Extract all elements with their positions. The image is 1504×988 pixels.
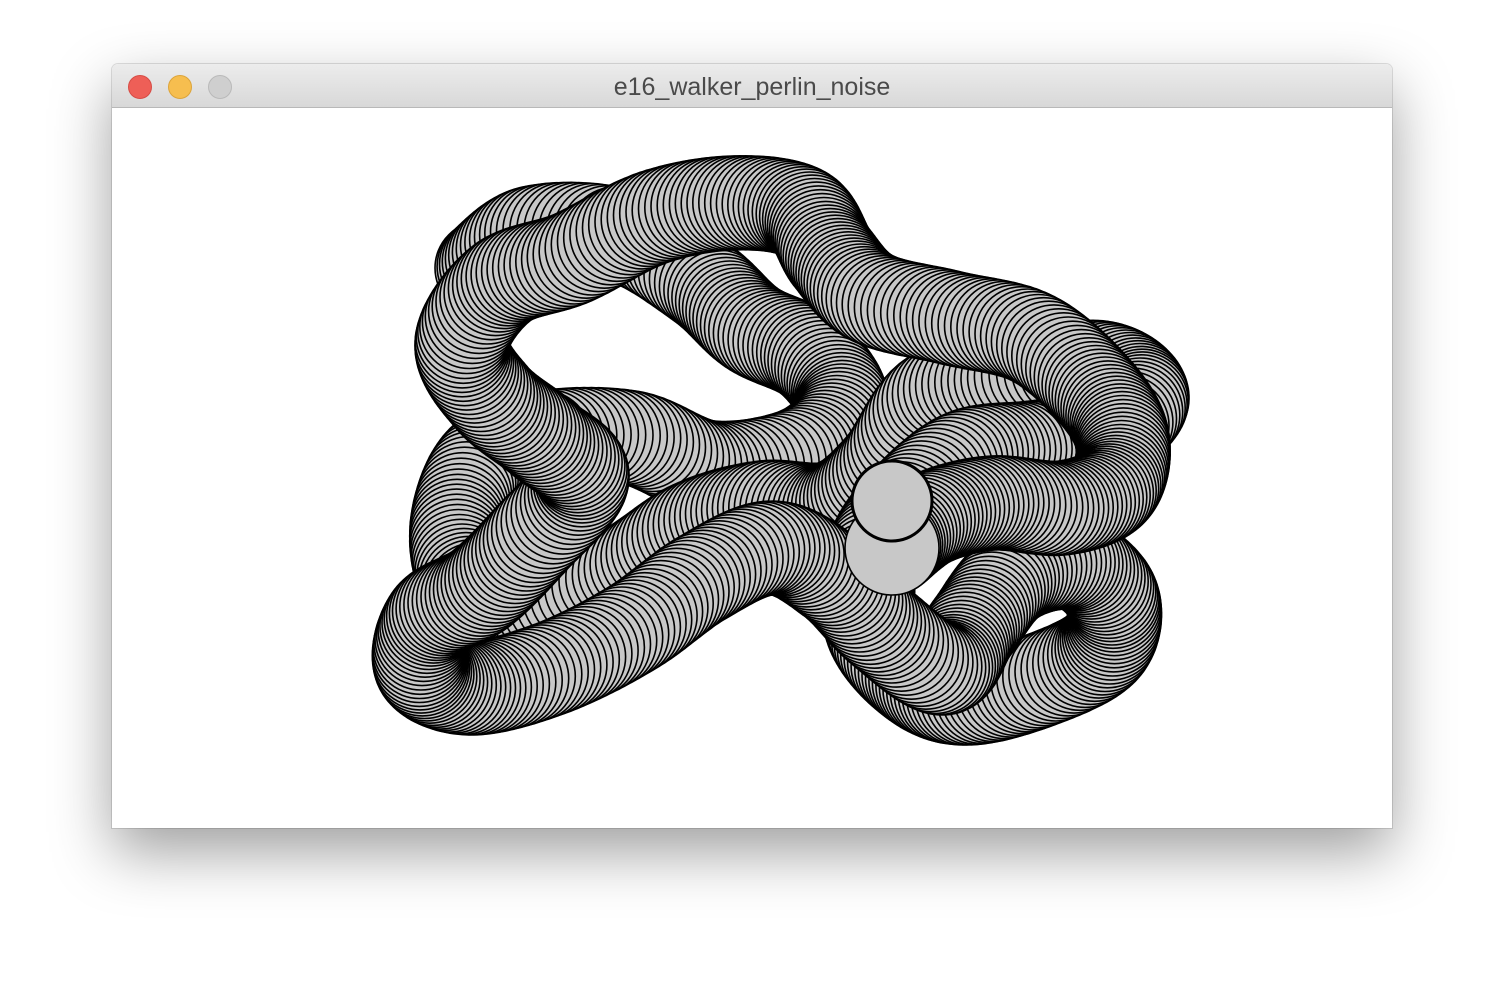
walker-trail-drawing [371,155,1190,746]
walker-head-circle [850,459,934,543]
sketch-canvas[interactable] [112,108,1392,828]
app-window: e16_walker_perlin_noise [112,64,1392,828]
window-title: e16_walker_perlin_noise [613,73,891,101]
title-bar[interactable]: e16_walker_perlin_noise [112,64,1392,108]
